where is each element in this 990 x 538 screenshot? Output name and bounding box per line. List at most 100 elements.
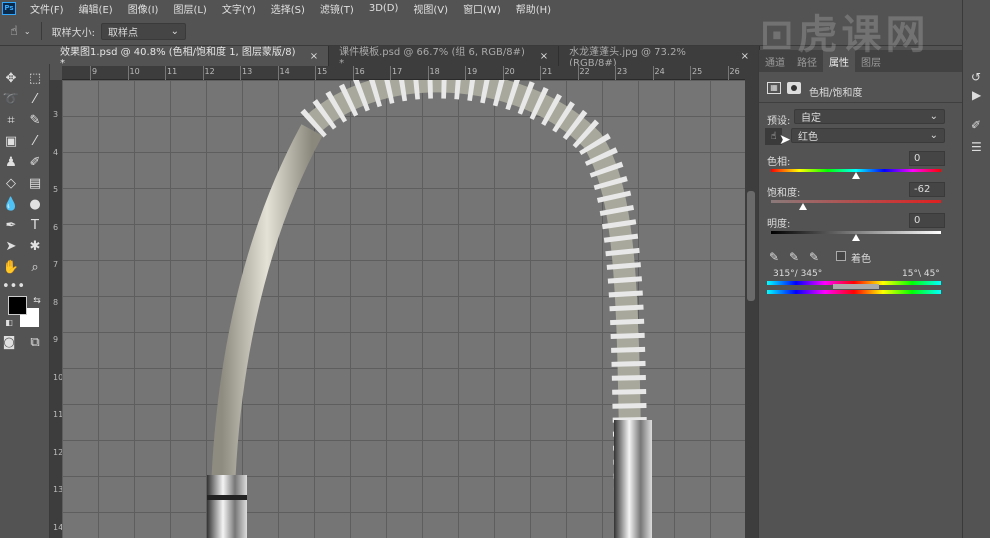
saturation-input[interactable]: -62 (909, 182, 945, 197)
eyedropper-hand-tool-icon[interactable]: ☝ (10, 24, 18, 39)
default-colors-icon[interactable]: ◧ (0, 314, 18, 332)
swap-colors-icon[interactable]: ⇆ (28, 292, 46, 310)
close-icon[interactable]: × (741, 51, 749, 62)
close-icon[interactable]: × (310, 51, 318, 62)
sample-size-select[interactable]: 取样点 ⌄ (101, 22, 186, 40)
ruler-label: 9 (92, 67, 98, 76)
menu-file[interactable]: 文件(F) (30, 1, 64, 16)
eyedropper-tool-icon[interactable]: ✎ (26, 112, 44, 130)
horizontal-ruler: 9 10 11 12 13 14 15 16 17 18 19 20 21 22 23 24 25 26 (62, 66, 745, 80)
chevron-down-icon: ⌄ (929, 111, 938, 122)
actions-play-icon[interactable]: ▶ (972, 88, 981, 102)
magic-wand-tool-icon[interactable]: ⁄ (26, 91, 44, 109)
hue-slider-thumb[interactable] (852, 172, 860, 179)
doc-tab-2[interactable]: 课件模板.psd @ 66.7% (组 6, RGB/8#) * × (329, 46, 560, 69)
range-left-degrees: 315°/ 345° (773, 269, 823, 279)
saturation-slider-track[interactable] (771, 200, 941, 203)
path-selection-tool-icon[interactable]: ➤ (2, 238, 20, 256)
hue-label: 色相: (767, 157, 791, 168)
ruler-label: 9 (53, 335, 59, 344)
lightness-label: 明度: (767, 219, 791, 230)
colorize-checkbox[interactable] (836, 251, 846, 261)
brush-tool-icon[interactable]: ⁄ (26, 133, 44, 151)
mask-icon[interactable] (787, 82, 801, 94)
menu-view[interactable]: 视图(V) (413, 1, 448, 16)
stamp-tool-icon[interactable]: ♟ (2, 154, 20, 172)
adjustments-icon[interactable]: ☰ (971, 140, 982, 154)
tool-preset-chevron-icon[interactable]: ⌄ (24, 27, 31, 36)
hue-input[interactable]: 0 (909, 151, 945, 166)
document-tabs: 效果图1.psd @ 40.8% (色相/饱和度 1, 图层蒙版/8) * × 课… (50, 46, 760, 69)
color-range-slider[interactable] (833, 284, 879, 289)
history-icon[interactable]: ↺ (971, 70, 981, 84)
more-tools-icon[interactable]: ••• (2, 278, 25, 296)
ruler-label: 23 (617, 67, 628, 76)
ruler-label: 3 (53, 110, 59, 119)
lightness-slider-thumb[interactable] (852, 234, 860, 241)
ruler-label: 14 (279, 67, 290, 76)
ruler-label: 5 (53, 185, 59, 194)
scrollbar-thumb[interactable] (747, 191, 755, 301)
preset-label: 预设: (767, 116, 791, 127)
brush-settings-icon[interactable]: ✐ (971, 118, 981, 132)
custom-shape-tool-icon[interactable]: ✱ (26, 238, 44, 256)
menu-3d[interactable]: 3D(D) (369, 3, 399, 14)
right-icon-strip: ↺ ▶ ✐ ☰ (962, 0, 990, 538)
screen-mode-icon[interactable]: ⧉ (26, 334, 44, 352)
mouse-cursor-icon: ➤ (779, 132, 791, 148)
lightness-input[interactable]: 0 (909, 213, 945, 228)
preset-select[interactable]: 自定 ⌄ (794, 109, 945, 124)
menu-image[interactable]: 图像(I) (128, 1, 159, 16)
menu-select[interactable]: 选择(S) (271, 1, 305, 16)
lasso-tool-icon[interactable]: ➰ (2, 91, 20, 109)
doc-tab-3[interactable]: 水龙蓬蓬头.jpg @ 73.2%(RGB/8#) × (559, 46, 760, 69)
quick-mask-icon[interactable]: ◙ (0, 334, 18, 352)
ruler-label: 24 (654, 67, 665, 76)
chevron-down-icon: ⌄ (929, 130, 938, 141)
gradient-tool-icon[interactable]: ▤ (26, 175, 44, 193)
eyedropper-icon[interactable]: ✎ (769, 250, 779, 264)
foreground-color-swatch[interactable] (8, 296, 27, 315)
healing-brush-tool-icon[interactable]: ▣ (2, 133, 20, 151)
ruler-label: 15 (317, 67, 328, 76)
crop-tool-icon[interactable]: ⌗ (2, 112, 20, 130)
ruler-label: 26 (729, 67, 740, 76)
preset-value: 自定 (801, 113, 821, 124)
menu-filter[interactable]: 滤镜(T) (320, 1, 354, 16)
output-color-bar (767, 290, 941, 294)
adjustment-icon[interactable]: ▦ (767, 82, 781, 94)
chrome-connector-left (207, 475, 247, 538)
chrome-connector-right (614, 420, 652, 538)
zoom-tool-icon[interactable]: ⌕ (26, 259, 44, 277)
dodge-tool-icon[interactable]: ● (26, 196, 44, 214)
ruler-label: 25 (692, 67, 703, 76)
marquee-tool-icon[interactable]: ⬚ (26, 70, 44, 88)
document-canvas[interactable] (62, 80, 745, 538)
ruler-label: 18 (429, 67, 440, 76)
doc-tab-1[interactable]: 效果图1.psd @ 40.8% (色相/饱和度 1, 图层蒙版/8) * × (50, 46, 330, 69)
ruler-label: 16 (354, 67, 365, 76)
pen-tool-icon[interactable]: ✒ (2, 217, 20, 235)
panel-title: 色相/饱和度 (809, 88, 863, 99)
eyedropper-minus-icon[interactable]: ✎ (809, 250, 819, 264)
menu-window[interactable]: 窗口(W) (463, 1, 501, 16)
vertical-ruler: 3 4 5 6 7 8 9 10 11 12 13 14 (50, 80, 63, 538)
eraser-tool-icon[interactable]: ◇ (2, 175, 20, 193)
menu-help[interactable]: 帮助(H) (516, 1, 551, 16)
menu-type[interactable]: 文字(Y) (222, 1, 256, 16)
vertical-scrollbar[interactable] (745, 66, 758, 538)
menu-edit[interactable]: 编辑(E) (79, 1, 113, 16)
move-tool-icon[interactable]: ✥ (2, 70, 20, 88)
menu-layer[interactable]: 图层(L) (173, 1, 206, 16)
type-tool-icon[interactable]: T (26, 217, 44, 235)
blur-tool-icon[interactable]: 💧 (2, 196, 20, 214)
ruler-label: 6 (53, 222, 59, 232)
range-right-degrees: 15°\ 45° (902, 269, 940, 279)
close-icon[interactable]: × (540, 51, 548, 62)
channel-select[interactable]: 红色 ⌄ (791, 128, 945, 143)
history-brush-tool-icon[interactable]: ✐ (26, 154, 44, 172)
hand-tool-icon[interactable]: ✋ (2, 259, 20, 277)
saturation-slider-thumb[interactable] (799, 203, 808, 210)
eyedropper-plus-icon[interactable]: ✎ (789, 250, 799, 264)
ruler-label: 21 (542, 67, 553, 76)
